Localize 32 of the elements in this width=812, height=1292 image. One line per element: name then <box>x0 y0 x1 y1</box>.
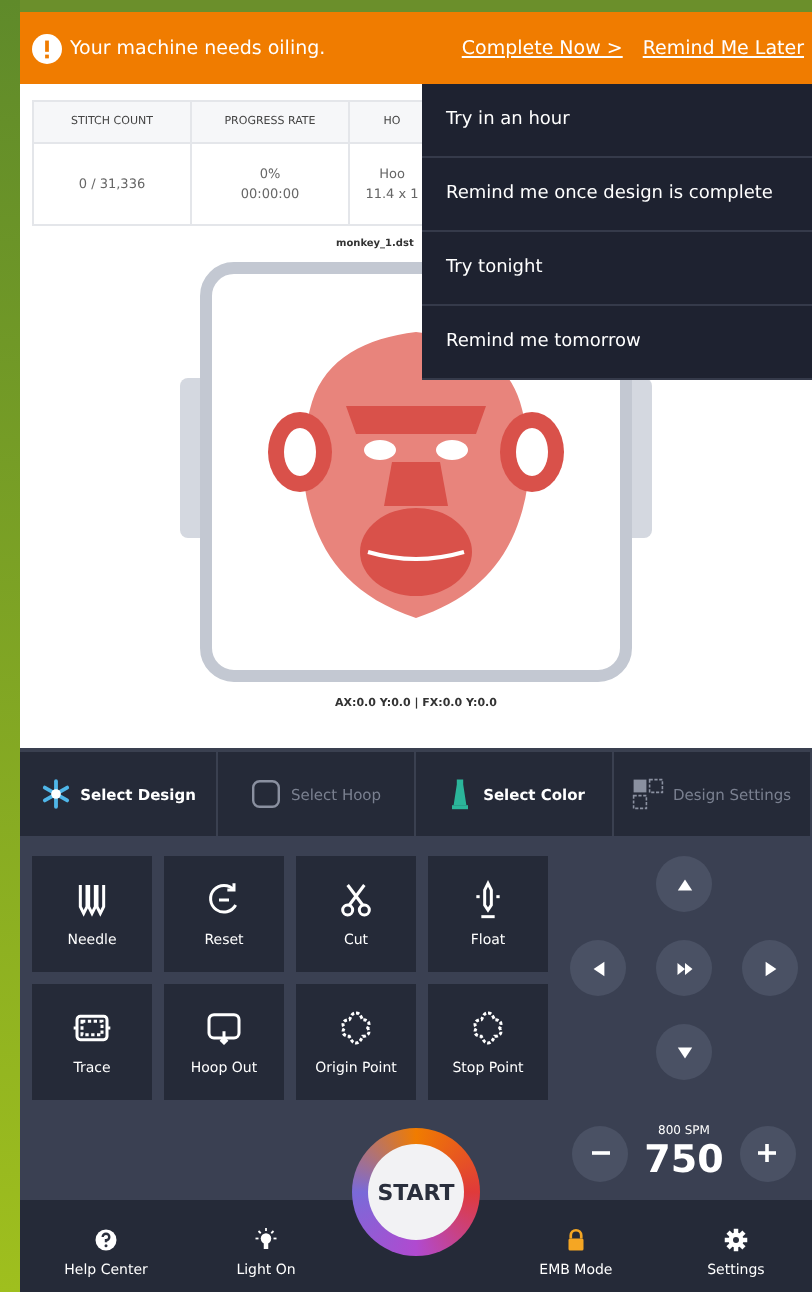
plus-button[interactable] <box>739 1125 796 1181</box>
scissors-icon <box>336 880 376 920</box>
help-icon <box>94 1227 119 1251</box>
left-arrow-icon <box>589 959 607 977</box>
up-arrow-button[interactable] <box>656 856 712 912</box>
layout-icon <box>632 778 665 810</box>
menu-item[interactable]: Try in an hour <box>422 84 812 158</box>
left-arrow-button[interactable] <box>570 940 626 996</box>
hoop-out-icon <box>204 1008 244 1048</box>
light-bulb-icon <box>254 1227 278 1251</box>
alert-message: Your machine needs oiling. <box>70 37 326 59</box>
settings-icon <box>723 1227 748 1251</box>
up-arrow-icon <box>675 875 693 893</box>
lock-icon <box>563 1227 588 1251</box>
speed-value: 750 <box>644 1138 724 1182</box>
down-arrow-icon <box>675 1043 693 1061</box>
down-arrow-button[interactable] <box>656 1024 712 1080</box>
right-arrow-button[interactable] <box>742 940 798 996</box>
menu-item[interactable]: Remind me tomorrow <box>422 306 812 380</box>
minus-button[interactable] <box>572 1125 629 1181</box>
menu-item[interactable]: Remind me once design is complete <box>422 158 812 232</box>
right-arrow-icon <box>761 959 779 977</box>
fast-forward-icon <box>675 959 693 977</box>
plus-icon <box>758 1144 777 1162</box>
fast-forward-button[interactable] <box>656 940 712 996</box>
snowflake-icon <box>40 778 73 810</box>
square-icon <box>250 778 283 810</box>
alert-icon <box>32 33 62 63</box>
start-button[interactable]: START <box>368 1144 464 1240</box>
flower-outline-icon <box>336 1008 376 1048</box>
flower-outline-icon <box>468 1008 508 1048</box>
menu-item[interactable]: Try tonight <box>422 232 812 306</box>
